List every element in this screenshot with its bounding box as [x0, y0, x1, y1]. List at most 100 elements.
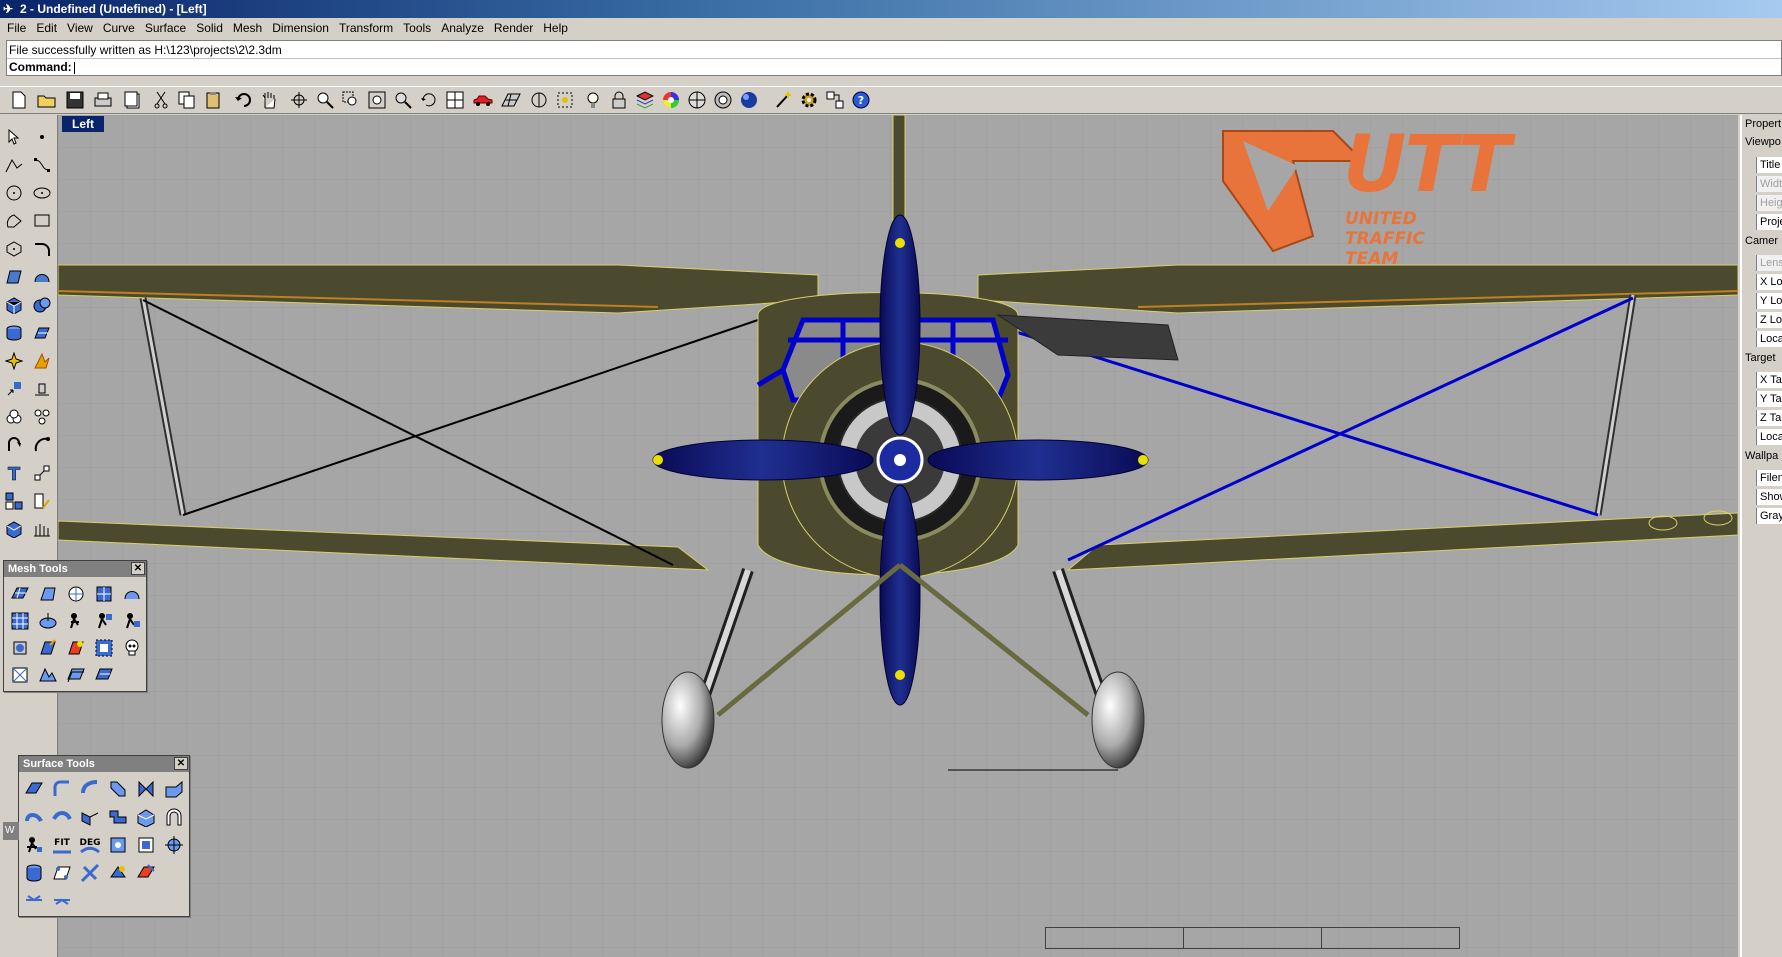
field-title[interactable]: Title — [1756, 157, 1782, 173]
field-projection[interactable]: Proje — [1756, 214, 1782, 230]
field-x-target[interactable]: X Ta — [1756, 372, 1782, 388]
smash-icon[interactable] — [49, 886, 75, 912]
mesh-tools-palette[interactable]: Mesh Tools ✕ — [3, 560, 147, 692]
solid-box-icon[interactable] — [2, 517, 26, 541]
insert-knot-icon[interactable] — [49, 860, 75, 886]
surface-tools-palette[interactable]: Surface Tools ✕ FIT DEG — [18, 755, 190, 917]
mesh-plane-icon[interactable] — [7, 608, 33, 634]
unroll-icon[interactable] — [21, 886, 47, 912]
split-icon[interactable] — [30, 349, 54, 373]
degree-surface-icon[interactable]: DEG — [77, 832, 103, 858]
cut-icon[interactable] — [150, 89, 172, 111]
menu-solid[interactable]: Solid — [191, 21, 228, 35]
remove-knot-icon[interactable] — [77, 860, 103, 886]
box-icon[interactable] — [2, 293, 26, 317]
curve-icon[interactable] — [30, 153, 54, 177]
menu-analyze[interactable]: Analyze — [436, 21, 489, 35]
fillet-surface-icon[interactable] — [21, 776, 47, 802]
block-icon[interactable] — [2, 489, 26, 513]
connect-surface-icon[interactable] — [161, 776, 187, 802]
render-icon[interactable] — [712, 89, 734, 111]
osnap-icon[interactable] — [528, 89, 550, 111]
rebuild-surface-icon[interactable] — [133, 832, 159, 858]
left-wheel[interactable] — [661, 671, 715, 769]
blend-surface-icon[interactable] — [105, 776, 131, 802]
contour-icon[interactable] — [30, 517, 54, 541]
zoom-selected-icon[interactable] — [392, 89, 414, 111]
mesh-reduce-icon[interactable] — [35, 635, 61, 661]
menu-tools[interactable]: Tools — [398, 21, 436, 35]
explode-icon[interactable] — [2, 349, 26, 373]
field-show[interactable]: Show — [1756, 489, 1782, 505]
mesh-box-icon[interactable] — [91, 581, 117, 607]
merge-surface-icon[interactable] — [77, 804, 103, 830]
dimension-icon[interactable] — [30, 461, 54, 485]
options-icon[interactable] — [824, 89, 846, 111]
group-icon[interactable] — [2, 405, 26, 429]
grid-icon[interactable] — [500, 89, 522, 111]
color-wheel-icon[interactable] — [660, 89, 682, 111]
mesh-trim-icon[interactable] — [35, 662, 61, 688]
rectangle-icon[interactable] — [30, 209, 54, 233]
field-target-location[interactable]: Loca — [1756, 429, 1782, 445]
mesh-unweld-icon[interactable] — [91, 608, 117, 634]
field-y-location[interactable]: Y Lo — [1756, 293, 1782, 309]
ellipse-icon[interactable] — [30, 181, 54, 205]
mesh-from-nurbs-icon[interactable] — [7, 581, 33, 607]
help-icon[interactable]: ? — [850, 89, 872, 111]
menu-file[interactable]: File — [2, 21, 31, 35]
make-periodic-icon[interactable] — [133, 860, 159, 886]
shade-icon[interactable] — [686, 89, 708, 111]
menu-mesh[interactable]: Mesh — [228, 21, 267, 35]
undo-view-icon[interactable] — [418, 89, 440, 111]
select-points-icon[interactable] — [554, 89, 576, 111]
mesh-repair-icon[interactable] — [91, 662, 117, 688]
match-surface-icon[interactable] — [105, 832, 131, 858]
close-icon[interactable]: ✕ — [131, 562, 145, 575]
zoom-window-icon[interactable] — [340, 89, 362, 111]
mesh-skull-icon[interactable] — [119, 635, 145, 661]
right-wheel[interactable] — [1091, 671, 1145, 769]
section-camera[interactable]: Camer — [1745, 235, 1778, 247]
edit-point-icon[interactable] — [21, 832, 47, 858]
new-icon[interactable] — [8, 89, 30, 111]
offset-surface-icon[interactable] — [77, 776, 103, 802]
select-icon[interactable] — [2, 125, 26, 149]
arch-icon[interactable] — [161, 804, 187, 830]
mesh-color-icon[interactable] — [63, 635, 89, 661]
point-icon[interactable] — [30, 125, 54, 149]
viewport-left[interactable]: Left UTT UNITED TRAFFIC TEAM — [58, 115, 1738, 957]
menu-curve[interactable]: Curve — [98, 21, 140, 35]
mesh-cylinder-icon[interactable] — [35, 608, 61, 634]
fit-surface-icon[interactable]: FIT — [49, 832, 75, 858]
rhino-icon[interactable]: ✈ — [3, 2, 17, 16]
mesh-tools-title[interactable]: Mesh Tools ✕ — [4, 561, 146, 577]
mesh-fill-icon[interactable] — [119, 581, 145, 607]
surface-icon[interactable] — [2, 265, 26, 289]
menu-transform[interactable]: Transform — [334, 21, 398, 35]
shrink-surface-icon[interactable] — [105, 804, 131, 830]
move-icon[interactable] — [2, 377, 26, 401]
mesh-weld-icon[interactable] — [63, 608, 89, 634]
rotate-view-icon[interactable] — [288, 89, 310, 111]
adjust-seam-icon[interactable] — [105, 860, 131, 886]
pan-icon[interactable] — [258, 89, 280, 111]
open-icon[interactable] — [36, 89, 58, 111]
menu-view[interactable]: View — [62, 21, 98, 35]
mesh-boolean-icon[interactable] — [7, 635, 33, 661]
variable-fillet-icon[interactable] — [133, 776, 159, 802]
cap-icon[interactable] — [133, 804, 159, 830]
field-filename[interactable]: Filen — [1756, 470, 1782, 486]
array-icon[interactable] — [30, 405, 54, 429]
mesh-split-icon[interactable] — [7, 662, 33, 688]
change-degree-icon[interactable] — [21, 860, 47, 886]
partial-panel-tab[interactable]: W — [3, 822, 19, 840]
fillet-curve-icon[interactable] — [30, 237, 54, 261]
gear-icon[interactable] — [798, 89, 820, 111]
mesh-unify-icon[interactable] — [119, 608, 145, 634]
menu-dimension[interactable]: Dimension — [267, 21, 334, 35]
circle-icon[interactable] — [2, 181, 26, 205]
text-icon[interactable]: T — [2, 461, 26, 485]
symmetry-icon[interactable] — [161, 832, 187, 858]
field-gray[interactable]: Gray — [1756, 508, 1782, 524]
